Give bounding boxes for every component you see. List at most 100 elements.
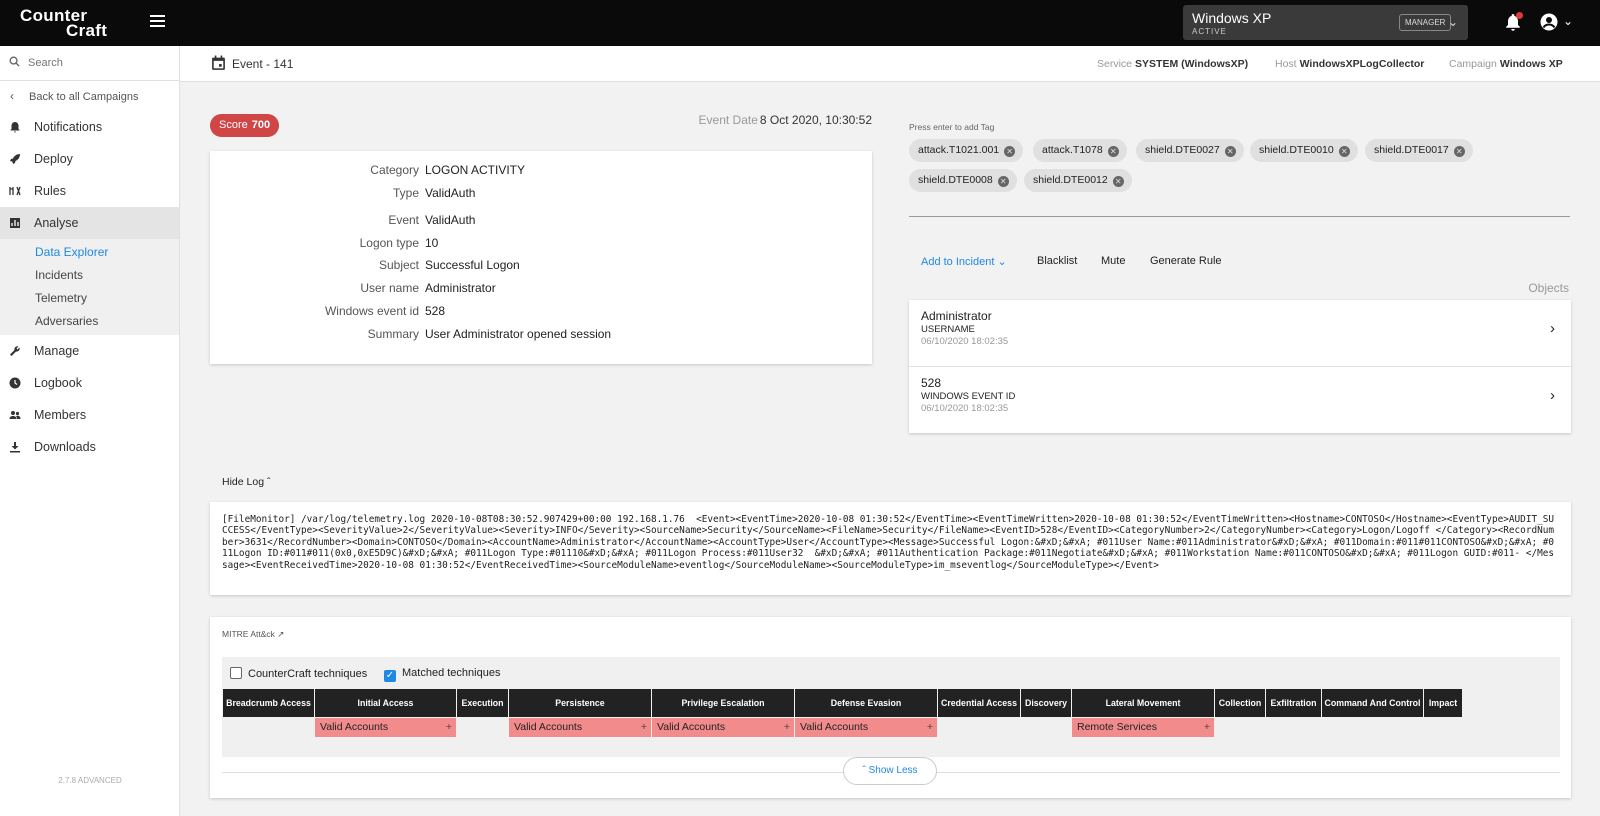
remove-tag-icon[interactable]: ✕ <box>997 176 1009 187</box>
remove-tag-icon[interactable]: ✕ <box>1112 176 1124 187</box>
sidebar-item-label: Deploy <box>34 152 73 166</box>
external-link-icon: ↗ <box>277 629 285 639</box>
hide-log-toggle[interactable]: Hide Log ˆ <box>222 476 270 488</box>
sidebar-item-label: Analyse <box>34 216 79 230</box>
tag-chip: shield.DTE0027 ✕ <box>1136 139 1244 162</box>
countercraft-techniques-checkbox[interactable]: CounterCraft techniques <box>230 667 367 680</box>
technique-cell[interactable]: Valid Accounts + <box>652 718 794 737</box>
mitre-matrix: CounterCraft techniques ✓ Matched techniq… <box>222 657 1560 757</box>
sidebar-subitem-telemetry[interactable]: Telemetry <box>0 286 179 309</box>
raw-log-text: [FileMonitor] /var/log/telemetry.log 202… <box>222 514 1555 571</box>
logo[interactable]: Counter Craft <box>20 7 108 40</box>
sidebar-item-analyse[interactable]: Analyse <box>0 207 179 239</box>
tactic-header: Persistence <box>509 689 651 717</box>
wrench-icon <box>10 346 20 356</box>
tag-input-hint[interactable]: Press enter to add Tag <box>909 122 994 132</box>
event-header: Event - 141 Service SYSTEM (WindowsXP) Ho… <box>180 46 1600 82</box>
blacklist-button[interactable]: Blacklist <box>1037 255 1077 267</box>
sidebar-item-label: Logbook <box>34 376 82 390</box>
tactic-header: Collection <box>1215 689 1265 717</box>
show-less-button[interactable]: ˆ Show Less <box>843 757 937 785</box>
chevron-right-icon: › <box>1550 387 1555 404</box>
objects-list: Administrator USERNAME 06/10/2020 18:02:… <box>909 300 1571 433</box>
top-bar: Counter Craft Windows XP ACTIVE MANAGER … <box>0 0 1600 46</box>
sidebar-item-downloads[interactable]: Downloads <box>0 431 179 463</box>
generate-rule-button[interactable]: Generate Rule <box>1150 255 1222 267</box>
chevron-left-icon: ‹ <box>10 89 14 103</box>
search-box <box>0 46 179 81</box>
menu-icon[interactable] <box>150 15 165 27</box>
sidebar-item-members[interactable]: Members <box>0 399 179 431</box>
chevron-down-icon: ⌄ <box>1447 15 1458 29</box>
tactic-header: Credential Access <box>938 689 1020 717</box>
chevron-down-icon: ⌄ <box>1563 14 1574 28</box>
sidebar-subitem-adversaries[interactable]: Adversaries <box>0 309 179 332</box>
tag-chip: attack.T1021.001 ✕ <box>909 139 1024 162</box>
remove-tag-icon[interactable]: ✕ <box>1107 146 1119 157</box>
back-to-campaigns-link[interactable]: ‹ Back to all Campaigns <box>0 81 179 111</box>
sidebar-item-logbook[interactable]: Logbook <box>0 367 179 399</box>
mitre-title[interactable]: MITRE Att&ck ↗ <box>222 629 284 640</box>
mute-button[interactable]: Mute <box>1101 255 1125 267</box>
remove-tag-icon[interactable]: ✕ <box>1004 146 1016 157</box>
sidebar-item-deploy[interactable]: Deploy <box>0 143 179 175</box>
checkbox-unchecked-icon <box>230 667 242 679</box>
tag-chip: attack.T1078 ✕ <box>1033 139 1127 162</box>
tag-chip: shield.DTE0008 ✕ <box>909 169 1017 192</box>
chevron-down-icon: ⌄ <box>997 256 1007 268</box>
sidebar: ‹ Back to all Campaigns Notifications De… <box>0 46 180 816</box>
objects-heading: Objects <box>1528 281 1569 295</box>
analyse-submenu: Data Explorer Incidents Telemetry Advers… <box>0 239 179 335</box>
chevron-up-icon: ˆ <box>862 765 866 776</box>
tactic-header: Privilege Escalation <box>652 689 794 717</box>
tag-chip: shield.DTE0017 ✕ <box>1365 139 1473 162</box>
raw-log: [FileMonitor] /var/log/telemetry.log 202… <box>210 502 1571 595</box>
sidebar-subitem-data-explorer[interactable]: Data Explorer <box>0 240 179 263</box>
host-meta: Host WindowsXPLogCollector <box>1275 58 1425 70</box>
notification-dot <box>1516 12 1523 19</box>
object-item[interactable]: 528 WINDOWS EVENT ID 06/10/2020 18:02:35… <box>909 366 1571 432</box>
notifications-bell-icon[interactable] <box>1505 12 1523 34</box>
search-input[interactable] <box>28 54 168 72</box>
object-item[interactable]: Administrator USERNAME 06/10/2020 18:02:… <box>909 300 1571 366</box>
search-icon <box>9 56 20 67</box>
sidebar-item-rules[interactable]: Rules <box>0 175 179 207</box>
campaign-selector[interactable]: Windows XP ACTIVE MANAGER ⌄ <box>1183 5 1468 40</box>
sidebar-item-label: Notifications <box>34 120 103 134</box>
logo-line2: Craft <box>66 21 108 40</box>
clock-icon <box>9 377 21 389</box>
add-to-incident-button[interactable]: Add to Incident ⌄ <box>921 255 1007 268</box>
tag-chip: shield.DTE0010 ✕ <box>1250 139 1358 162</box>
event-details-card: Category LOGON ACTIVITY Type ValidAuth Eve… <box>210 151 872 364</box>
remove-tag-icon[interactable]: ✕ <box>1224 146 1236 157</box>
technique-cell[interactable]: Valid Accounts + <box>315 718 456 737</box>
expand-plus-icon: + <box>640 721 647 733</box>
matched-techniques-checkbox[interactable]: ✓ Matched techniques <box>384 667 500 682</box>
technique-cell[interactable]: Remote Services + <box>1072 718 1214 737</box>
expand-plus-icon: + <box>926 721 933 733</box>
chart-icon <box>10 218 20 228</box>
sidebar-subitem-incidents[interactable]: Incidents <box>0 263 179 286</box>
download-icon <box>10 442 20 453</box>
technique-cell[interactable]: Valid Accounts + <box>509 718 651 737</box>
service-meta: Service SYSTEM (WindowsXP) <box>1097 58 1249 70</box>
mitre-panel: MITRE Att&ck ↗ CounterCraft techniques ✓… <box>210 617 1571 798</box>
chevron-up-icon: ˆ <box>266 476 271 488</box>
remove-tag-icon[interactable]: ✕ <box>1453 146 1465 157</box>
tactic-header: Defense Evasion <box>795 689 937 717</box>
sidebar-item-notifications[interactable]: Notifications <box>0 111 179 143</box>
user-menu[interactable]: ⌄ <box>1540 13 1573 34</box>
chevron-right-icon: › <box>1550 320 1555 337</box>
remove-tag-icon[interactable]: ✕ <box>1338 146 1350 157</box>
checkbox-checked-icon: ✓ <box>384 670 396 682</box>
expand-plus-icon: + <box>445 721 452 733</box>
technique-cell[interactable]: Valid Accounts + <box>795 718 937 737</box>
group-icon <box>9 411 21 419</box>
app-version: 2.7.8 ADVANCED <box>58 776 122 785</box>
page-title: Event - 141 <box>232 57 294 71</box>
expand-plus-icon: + <box>783 721 790 733</box>
sidebar-item-manage[interactable]: Manage <box>0 335 179 367</box>
tactic-header: Initial Access <box>315 689 456 717</box>
rocket-icon <box>10 154 20 164</box>
sidebar-item-label: Manage <box>34 344 80 358</box>
